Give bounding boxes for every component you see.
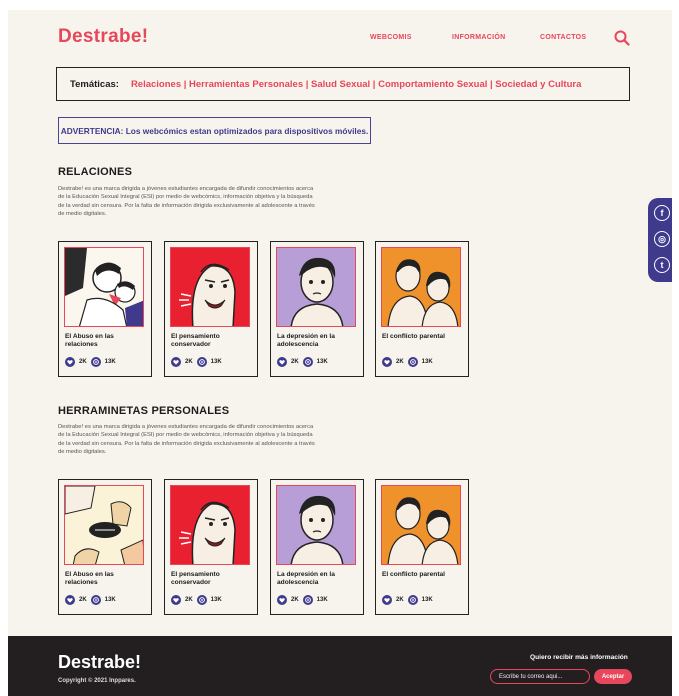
eye-icon (90, 357, 101, 367)
section-title-herramientas: HERRAMINETAS PERSONALES (58, 405, 230, 417)
comic-card[interactable]: El conflicto parental 2K 13K (375, 479, 469, 615)
topics-label: Temáticas: (70, 78, 119, 90)
comic-card[interactable]: El conflicto parental 2K 13K (375, 241, 469, 377)
comic-card[interactable]: La depresión en la adolescencia 2K 13K (270, 241, 364, 377)
page: Destrabe! WEBCOMIS INFORMACIÓN CONTACTOS… (8, 10, 672, 696)
newsletter-label: Quiero recibir más información (530, 654, 628, 661)
comic-thumbnail (170, 247, 250, 327)
eye-icon (407, 595, 418, 605)
views-count: 13K (421, 359, 433, 365)
likes-count: 2K (396, 359, 404, 365)
comic-title: El Abuso en las relaciones (65, 333, 114, 348)
site-logo[interactable]: Destrabe! (58, 26, 148, 48)
footer: Destrabe! Copyright © 2021 Inppares. Qui… (8, 636, 672, 696)
comic-thumbnail (276, 247, 356, 327)
comic-thumbnail (64, 247, 144, 327)
copyright: Copyright © 2021 Inppares. (58, 678, 136, 684)
likes-count: 2K (79, 359, 87, 365)
heart-icon (382, 595, 392, 605)
comic-title: La depresión en la adolescencia (277, 571, 335, 586)
views-count: 13K (316, 359, 328, 365)
views-count: 13K (316, 597, 328, 603)
comic-thumbnail (381, 247, 461, 327)
heart-icon (65, 357, 75, 367)
views-count: 13K (210, 359, 222, 365)
topics-bar: Temáticas: Relaciones | Herramientas Per… (56, 67, 630, 101)
comic-stats: 2K 13K (171, 357, 222, 367)
comic-title: El pensamiento conservador (171, 571, 220, 586)
comic-stats: 2K 13K (382, 595, 433, 605)
email-input[interactable]: Escribe tu correo aqui... (490, 669, 590, 684)
likes-count: 2K (185, 597, 193, 603)
comic-card[interactable]: El Abuso en las relaciones 2K 13K (58, 479, 152, 615)
comic-card[interactable]: El Abuso en las relaciones 2K 13K (58, 241, 152, 377)
comic-stats: 2K 13K (65, 357, 116, 367)
comic-title: El conflicto parental (382, 571, 446, 578)
comic-thumbnail (170, 485, 250, 565)
comic-title: La depresión en la adolescencia (277, 333, 335, 348)
comic-stats: 2K 13K (277, 357, 328, 367)
section-description: Destrabe! es una marca dirigida a jóvene… (58, 424, 315, 456)
heart-icon (277, 595, 287, 605)
comic-stats: 2K 13K (171, 595, 222, 605)
likes-count: 2K (185, 359, 193, 365)
heart-icon (382, 357, 392, 367)
comic-title: El Abuso en las relaciones (65, 571, 114, 586)
likes-count: 2K (79, 597, 87, 603)
nav-contactos[interactable]: CONTACTOS (540, 34, 586, 41)
nav-webcomics[interactable]: WEBCOMIS (370, 34, 412, 41)
subscribe-button[interactable]: Aceptar (594, 669, 632, 684)
heart-icon (65, 595, 75, 605)
comic-thumbnail (276, 485, 356, 565)
eye-icon (196, 595, 207, 605)
views-count: 13K (104, 359, 116, 365)
tumblr-icon[interactable]: t (654, 257, 670, 273)
comic-title: El pensamiento conservador (171, 333, 220, 348)
section-title-relaciones: RELACIONES (58, 166, 133, 178)
comic-stats: 2K 13K (382, 357, 433, 367)
comic-card[interactable]: La depresión en la adolescencia 2K 13K (270, 479, 364, 615)
comic-stats: 2K 13K (65, 595, 116, 605)
comic-thumbnail (64, 485, 144, 565)
section-description: Destrabe! es una marca dirigida a jóvene… (58, 186, 315, 218)
eye-icon (302, 357, 313, 367)
comic-title: El conflicto parental (382, 333, 446, 340)
likes-count: 2K (396, 597, 404, 603)
eye-icon (196, 357, 207, 367)
likes-count: 2K (291, 359, 299, 365)
comic-thumbnail (381, 485, 461, 565)
views-count: 13K (104, 597, 116, 603)
heart-icon (171, 357, 181, 367)
heart-icon (277, 357, 287, 367)
likes-count: 2K (291, 597, 299, 603)
instagram-icon[interactable]: ◎ (654, 231, 670, 247)
eye-icon (90, 595, 101, 605)
facebook-icon[interactable]: f (654, 205, 670, 221)
comic-stats: 2K 13K (277, 595, 328, 605)
topics-links[interactable]: Relaciones | Herramientas Personales | S… (131, 79, 581, 90)
search-icon[interactable] (614, 30, 630, 46)
heart-icon (171, 595, 181, 605)
eye-icon (302, 595, 313, 605)
comic-card[interactable]: El pensamiento conservador 2K 13K (164, 479, 258, 615)
eye-icon (407, 357, 418, 367)
mobile-warning: ADVERTENCIA: Los webcómics estan optimiz… (58, 117, 371, 144)
social-rail: f ◎ t (648, 198, 672, 282)
footer-logo[interactable]: Destrabe! (58, 652, 141, 673)
nav-informacion[interactable]: INFORMACIÓN (452, 34, 505, 41)
views-count: 13K (421, 597, 433, 603)
comic-card[interactable]: El pensamiento conservador 2K 13K (164, 241, 258, 377)
views-count: 13K (210, 597, 222, 603)
